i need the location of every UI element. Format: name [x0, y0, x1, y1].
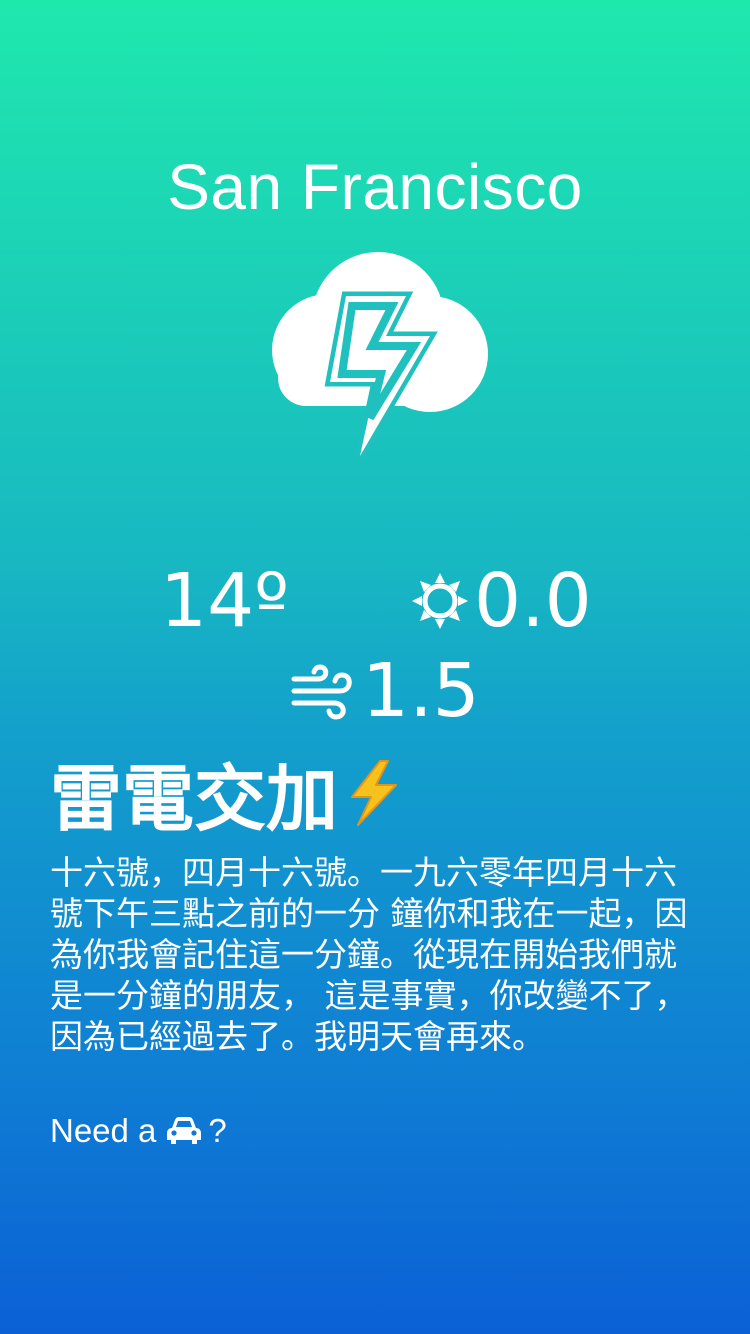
wind-speed: 1.5 — [290, 654, 480, 728]
car-icon — [167, 1117, 202, 1144]
condition-label: 雷電交加 — [50, 757, 339, 841]
thunderstorm-cloud-icon — [272, 252, 488, 459]
sun-icon — [412, 573, 468, 629]
high-voltage-icon — [351, 759, 398, 826]
wind-speed-value: 1.5 — [362, 648, 480, 734]
uv-index: 0.0 — [410, 564, 592, 638]
weather-description: 十六號，四月十六號。一九六零年四月十六號下午三點之前的一分 鐘你和我在一起，因為… — [50, 853, 688, 1056]
ride-link[interactable]: Need a ? — [50, 1112, 227, 1150]
weather-screen: San Francisco 14º 0.0 1.5 雷電交加 十六號，四月十六號… — [0, 0, 750, 1334]
temperature-value: 14º — [160, 558, 290, 644]
ride-suffix: ? — [208, 1112, 227, 1149]
uv-index-value: 0.0 — [474, 558, 592, 644]
ride-prefix: Need a — [50, 1112, 157, 1149]
wind-icon — [291, 664, 352, 720]
condition-title: 雷電交加 — [50, 740, 402, 845]
city-name: San Francisco — [167, 151, 583, 223]
